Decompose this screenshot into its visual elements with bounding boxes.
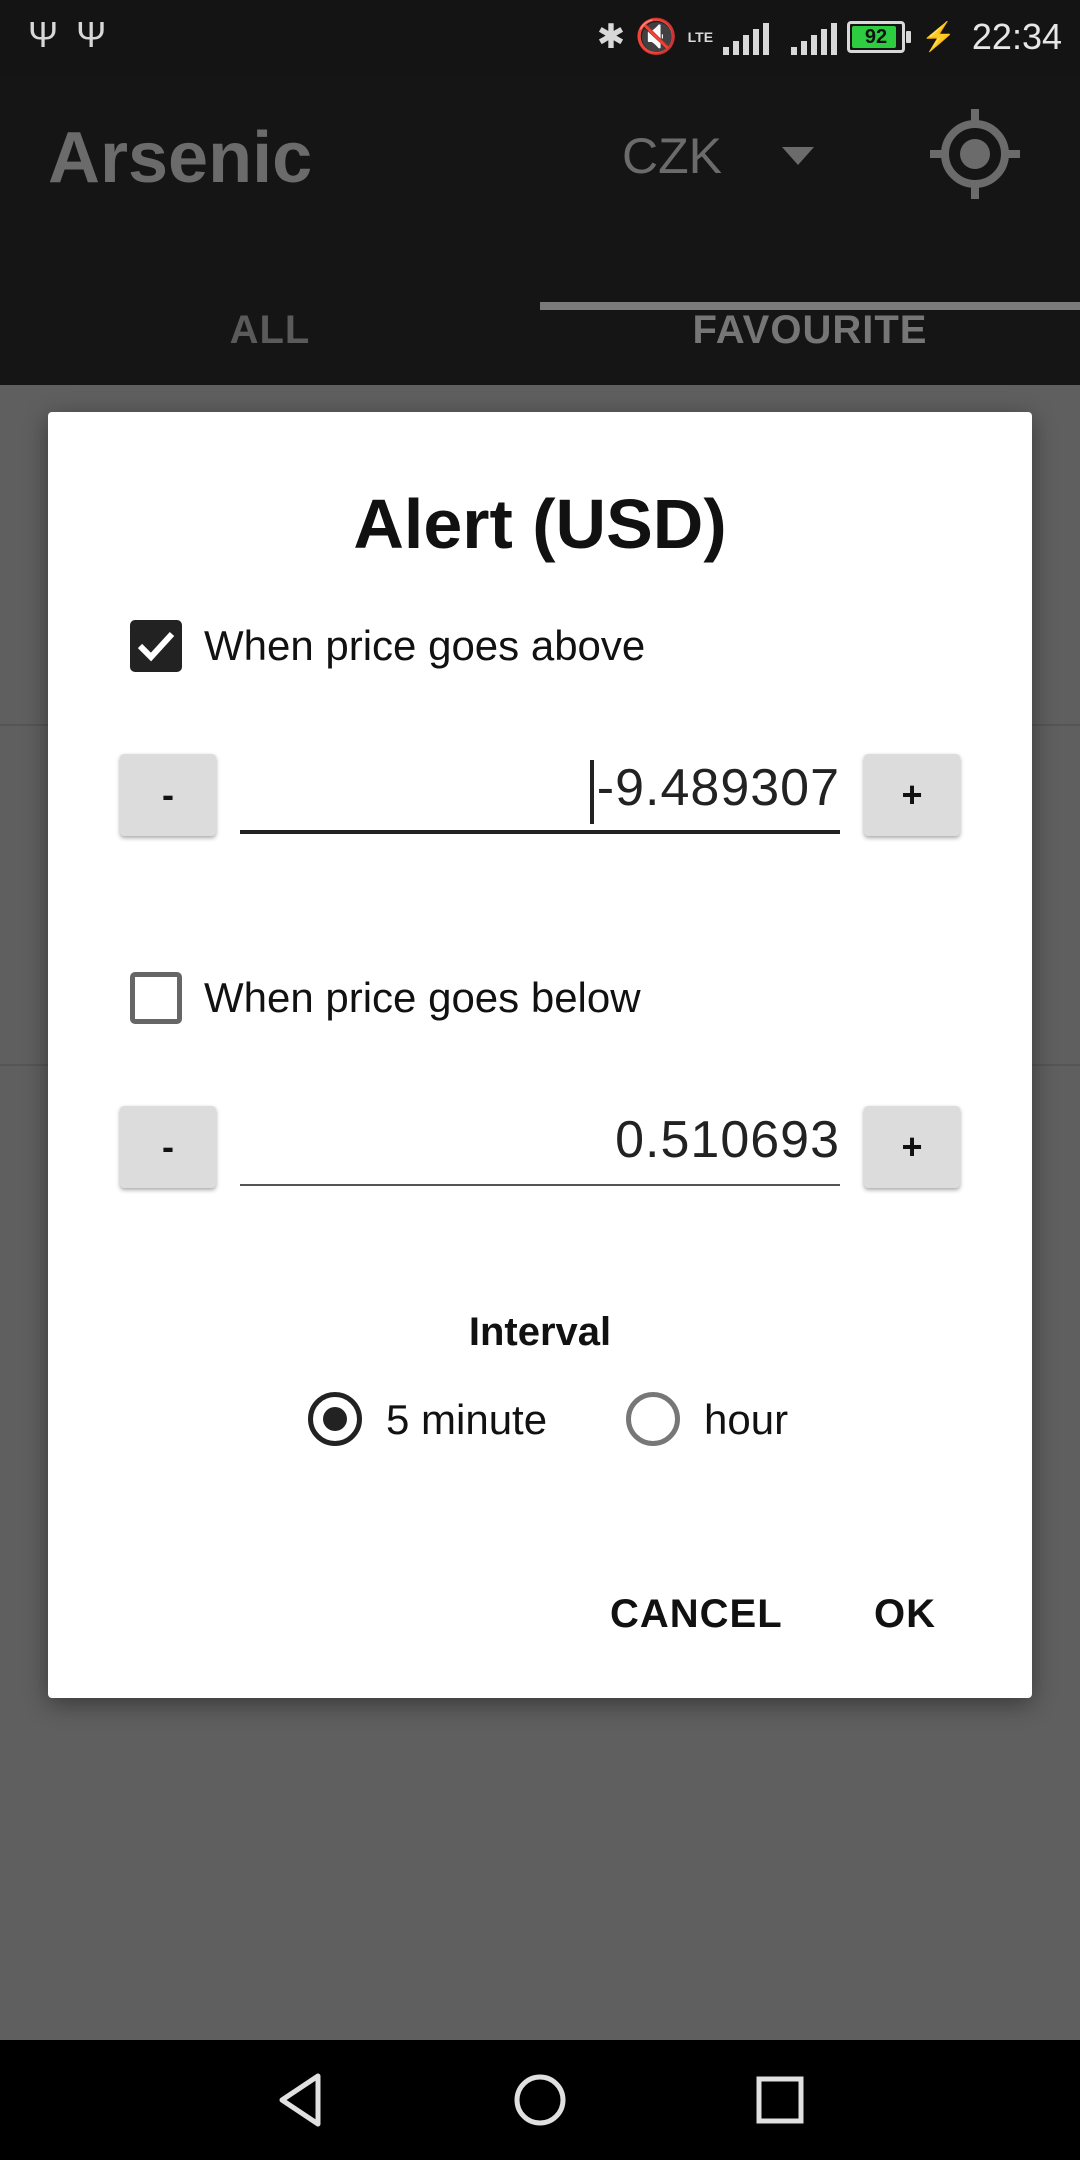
below-decrement-button[interactable]: - [120,1106,216,1188]
status-bar: Ψ Ψ ✱ 🔇 LTE 92 ⚡ 22:34 [0,0,1080,75]
status-right-icons: ✱ 🔇 LTE 92 ⚡ 22:34 [597,12,1062,62]
network-type: LTE [687,29,714,45]
tab-bar: ALL FAVOURITE [0,275,1080,385]
above-label: When price goes above [204,622,646,669]
bluetooth-icon: ✱ [596,18,626,56]
recents-icon[interactable] [750,2070,810,2130]
signal-icon [723,19,770,55]
interval-5-minute-radio[interactable] [308,1392,362,1446]
chevron-down-icon[interactable] [782,147,814,165]
interval-label: Interval [468,1310,612,1354]
field-underline [240,1184,840,1186]
interval-hour-radio[interactable] [626,1392,680,1446]
text-cursor [590,760,594,824]
interval-hour-label[interactable]: hour [704,1396,788,1444]
mute-icon: 🔇 [635,18,678,56]
below-value: 0.510693 [615,1111,840,1169]
tab-favourite[interactable]: FAVOURITE [540,275,1080,385]
charging-icon: ⚡ [921,21,956,52]
tab-all[interactable]: ALL [0,275,540,385]
tab-indicator [540,302,1080,310]
above-checkbox[interactable] [130,620,182,672]
home-icon[interactable] [510,2070,570,2130]
status-left-icons: Ψ Ψ [28,14,106,56]
dialog-title: Alert (USD) [353,485,727,563]
signal-icon [791,19,838,55]
alert-dialog: Alert (USD) When price goes above - -9.4… [48,412,1032,1698]
usb-icon: Ψ [28,14,59,55]
cancel-button[interactable]: CANCEL [610,1592,783,1637]
battery-icon: 92 [847,21,912,53]
below-increment-button[interactable]: + [864,1106,960,1188]
above-increment-button[interactable]: + [864,754,960,836]
battery-percent: 92 [864,26,888,48]
below-label: When price goes below [204,974,641,1021]
below-value-field[interactable]: 0.510693 [240,1102,840,1186]
ok-button[interactable]: OK [874,1592,936,1637]
above-decrement-button[interactable]: - [120,754,216,836]
checkmark-icon [137,631,175,662]
above-value-field[interactable]: -9.489307 [240,750,840,834]
app-bar: Arsenic CZK ALL FAVOURITE [0,75,1080,385]
currency-selector[interactable]: CZK [622,127,722,185]
below-checkbox[interactable] [130,972,182,1024]
clock: 22:34 [971,16,1062,57]
usb-icon: Ψ [76,14,107,55]
above-value: -9.489307 [596,759,840,817]
navigation-bar [0,2040,1080,2160]
back-icon[interactable] [270,2070,330,2130]
interval-5-minute-label[interactable]: 5 minute [386,1396,547,1444]
app-title: Arsenic [48,118,313,198]
locate-icon[interactable] [930,109,1020,199]
field-underline [240,830,840,834]
